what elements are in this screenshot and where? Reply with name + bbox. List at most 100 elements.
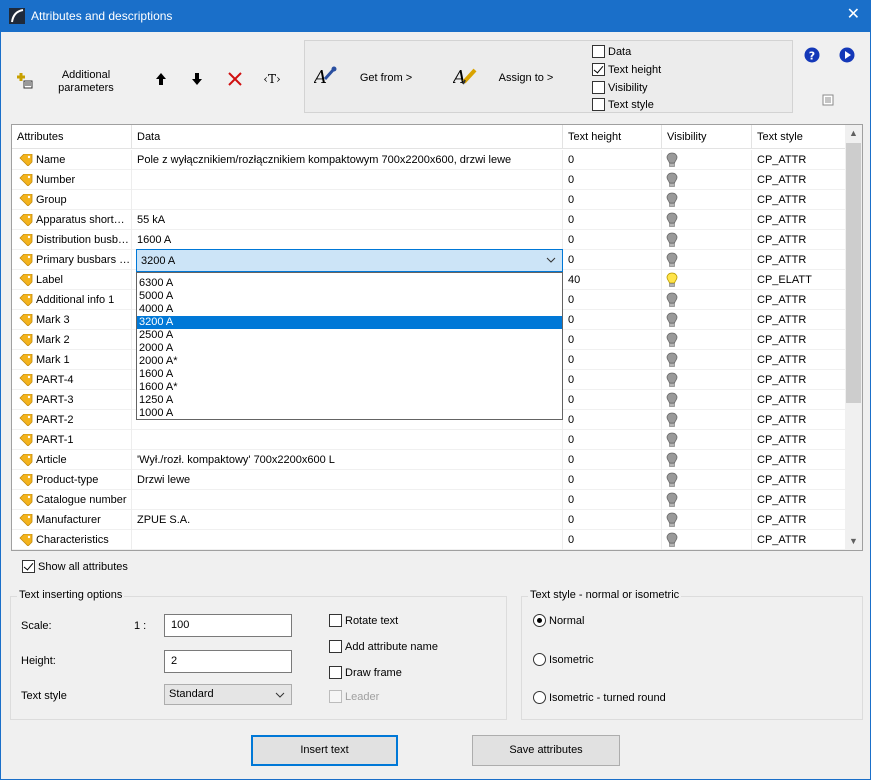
- attribute-data-cell[interactable]: 1600 A: [132, 230, 563, 250]
- dropdown-option[interactable]: 1000 A: [137, 407, 562, 420]
- lightbulb-off-icon[interactable]: [666, 172, 678, 188]
- visibility-cell[interactable]: [662, 270, 752, 290]
- play-button[interactable]: [838, 46, 856, 64]
- save-attributes-button[interactable]: Save attributes: [472, 735, 620, 766]
- text-style-cell[interactable]: CP_ATTR: [752, 390, 846, 410]
- lightbulb-on-icon[interactable]: [666, 272, 678, 288]
- attribute-name-cell[interactable]: Primary busbars …: [12, 250, 132, 270]
- attribute-name-cell[interactable]: Mark 2: [12, 330, 132, 350]
- visibility-cell[interactable]: [662, 150, 752, 170]
- checkbox-box[interactable]: [22, 560, 35, 573]
- visibility-cell[interactable]: [662, 470, 752, 490]
- radio-circle[interactable]: [533, 653, 546, 666]
- text-height-cell[interactable]: 40: [563, 270, 662, 290]
- lightbulb-off-icon[interactable]: [666, 212, 678, 228]
- text-style-cell[interactable]: CP_ATTR: [752, 190, 846, 210]
- lightbulb-off-icon[interactable]: [666, 412, 678, 428]
- attribute-name-cell[interactable]: Product-type: [12, 470, 132, 490]
- attribute-name-cell[interactable]: Additional info 1: [12, 290, 132, 310]
- isometric-turned-radio[interactable]: Isometric - turned round: [533, 691, 666, 704]
- text-style-cell[interactable]: CP_ATTR: [752, 330, 846, 350]
- text-style-cell[interactable]: CP_ATTR: [752, 510, 846, 530]
- attribute-name-cell[interactable]: Mark 1: [12, 350, 132, 370]
- column-header-data[interactable]: Data: [132, 125, 563, 149]
- move-up-button[interactable]: [151, 69, 171, 89]
- text-style-cell[interactable]: CP_ATTR: [752, 150, 846, 170]
- checkbox-box[interactable]: [592, 45, 605, 58]
- checkbox-box[interactable]: [592, 98, 605, 111]
- dropdown-option[interactable]: 2000 A*: [137, 355, 562, 368]
- visibility-cell[interactable]: [662, 410, 752, 430]
- table-row[interactable]: PART-1 0 CP_ATTR: [12, 430, 846, 450]
- visibility-cell[interactable]: [662, 290, 752, 310]
- text-height-cell[interactable]: 0: [563, 530, 662, 550]
- text-style-cell[interactable]: CP_ATTR: [752, 350, 846, 370]
- scroll-up-icon[interactable]: ▲: [845, 125, 862, 142]
- attribute-name-cell[interactable]: Label: [12, 270, 132, 290]
- grid-scrollbar[interactable]: ▲ ▼: [845, 125, 862, 550]
- text-height-cell[interactable]: 0: [563, 350, 662, 370]
- table-row[interactable]: Distribution busb… 1600 A 0 CP_ATTR: [12, 230, 846, 250]
- attribute-name-cell[interactable]: Number: [12, 170, 132, 190]
- text-style-cell[interactable]: CP_ELATT: [752, 270, 846, 290]
- dropdown-option[interactable]: 4000 A: [137, 303, 562, 316]
- column-header-text-height[interactable]: Text height: [563, 125, 662, 149]
- text-height-cell[interactable]: 0: [563, 210, 662, 230]
- assign-to-icon-button[interactable]: A: [453, 65, 479, 89]
- table-row[interactable]: Name Pole z wyłącznikiem/rozłącznikiem ko…: [12, 150, 846, 170]
- attribute-name-cell[interactable]: Characteristics: [12, 530, 132, 550]
- rotate-text-checkbox[interactable]: Rotate text: [329, 614, 398, 627]
- checkbox-box[interactable]: [329, 614, 342, 627]
- get-from-icon-button[interactable]: A: [314, 65, 338, 89]
- text-style-cell[interactable]: CP_ATTR: [752, 410, 846, 430]
- attribute-name-cell[interactable]: Catalogue number: [12, 490, 132, 510]
- text-height-cell[interactable]: 0: [563, 150, 662, 170]
- text-height-cell[interactable]: 0: [563, 490, 662, 510]
- get-from-button[interactable]: Get from >: [353, 72, 419, 85]
- chevron-down-icon[interactable]: [546, 255, 556, 265]
- show-all-attributes-checkbox[interactable]: Show all attributes: [22, 560, 128, 573]
- lightbulb-off-icon[interactable]: [666, 532, 678, 548]
- text-style-cell[interactable]: CP_ATTR: [752, 250, 846, 270]
- text-height-cell[interactable]: 0: [563, 450, 662, 470]
- attribute-name-cell[interactable]: PART-1: [12, 430, 132, 450]
- attribute-name-cell[interactable]: Group: [12, 190, 132, 210]
- table-row[interactable]: Apparatus short… 55 kA 0 CP_ATTR: [12, 210, 846, 230]
- text-style-cell[interactable]: CP_ATTR: [752, 170, 846, 190]
- visibility-cell[interactable]: [662, 510, 752, 530]
- move-down-button[interactable]: [187, 69, 207, 89]
- lightbulb-off-icon[interactable]: [666, 232, 678, 248]
- text-height-cell[interactable]: 0: [563, 190, 662, 210]
- text-height-cell[interactable]: 0: [563, 290, 662, 310]
- lightbulb-off-icon[interactable]: [666, 392, 678, 408]
- scroll-down-icon[interactable]: ▼: [845, 533, 862, 550]
- checkbox-box[interactable]: [592, 63, 605, 76]
- visibility-cell[interactable]: [662, 210, 752, 230]
- text-height-cell[interactable]: 0: [563, 370, 662, 390]
- close-icon[interactable]: ✕: [847, 6, 860, 24]
- text-height-cell[interactable]: 0: [563, 410, 662, 430]
- attribute-name-cell[interactable]: Distribution busb…: [12, 230, 132, 250]
- visibility-cell[interactable]: [662, 350, 752, 370]
- visibility-cell[interactable]: [662, 310, 752, 330]
- column-header-attributes[interactable]: Attributes: [12, 125, 132, 149]
- add-attribute-name-checkbox[interactable]: Add attribute name: [329, 640, 438, 653]
- text-height-cell[interactable]: 0: [563, 170, 662, 190]
- text-style-cell[interactable]: CP_ATTR: [752, 430, 846, 450]
- delete-button[interactable]: [225, 69, 245, 89]
- height-input[interactable]: 2: [164, 650, 292, 673]
- table-row[interactable]: Number 0 CP_ATTR: [12, 170, 846, 190]
- assign-visibility-checkbox[interactable]: Visibility: [592, 81, 648, 94]
- additional-parameters-label[interactable]: Additional parameters: [49, 69, 123, 95]
- text-style-cell[interactable]: CP_ATTR: [752, 290, 846, 310]
- table-row[interactable]: Characteristics 0 CP_ATTR: [12, 530, 846, 550]
- table-row[interactable]: Article 'Wył./rozł. kompaktowy' 700x2200x…: [12, 450, 846, 470]
- lightbulb-off-icon[interactable]: [666, 252, 678, 268]
- dropdown-option[interactable]: 2000 A: [137, 342, 562, 355]
- primary-busbars-combo[interactable]: 3200 A: [136, 249, 563, 272]
- table-row[interactable]: Manufacturer ZPUE S.A. 0 CP_ATTR: [12, 510, 846, 530]
- visibility-cell[interactable]: [662, 230, 752, 250]
- text-height-cell[interactable]: 0: [563, 330, 662, 350]
- dropdown-option[interactable]: 3200 A: [137, 316, 562, 329]
- column-header-visibility[interactable]: Visibility: [662, 125, 752, 149]
